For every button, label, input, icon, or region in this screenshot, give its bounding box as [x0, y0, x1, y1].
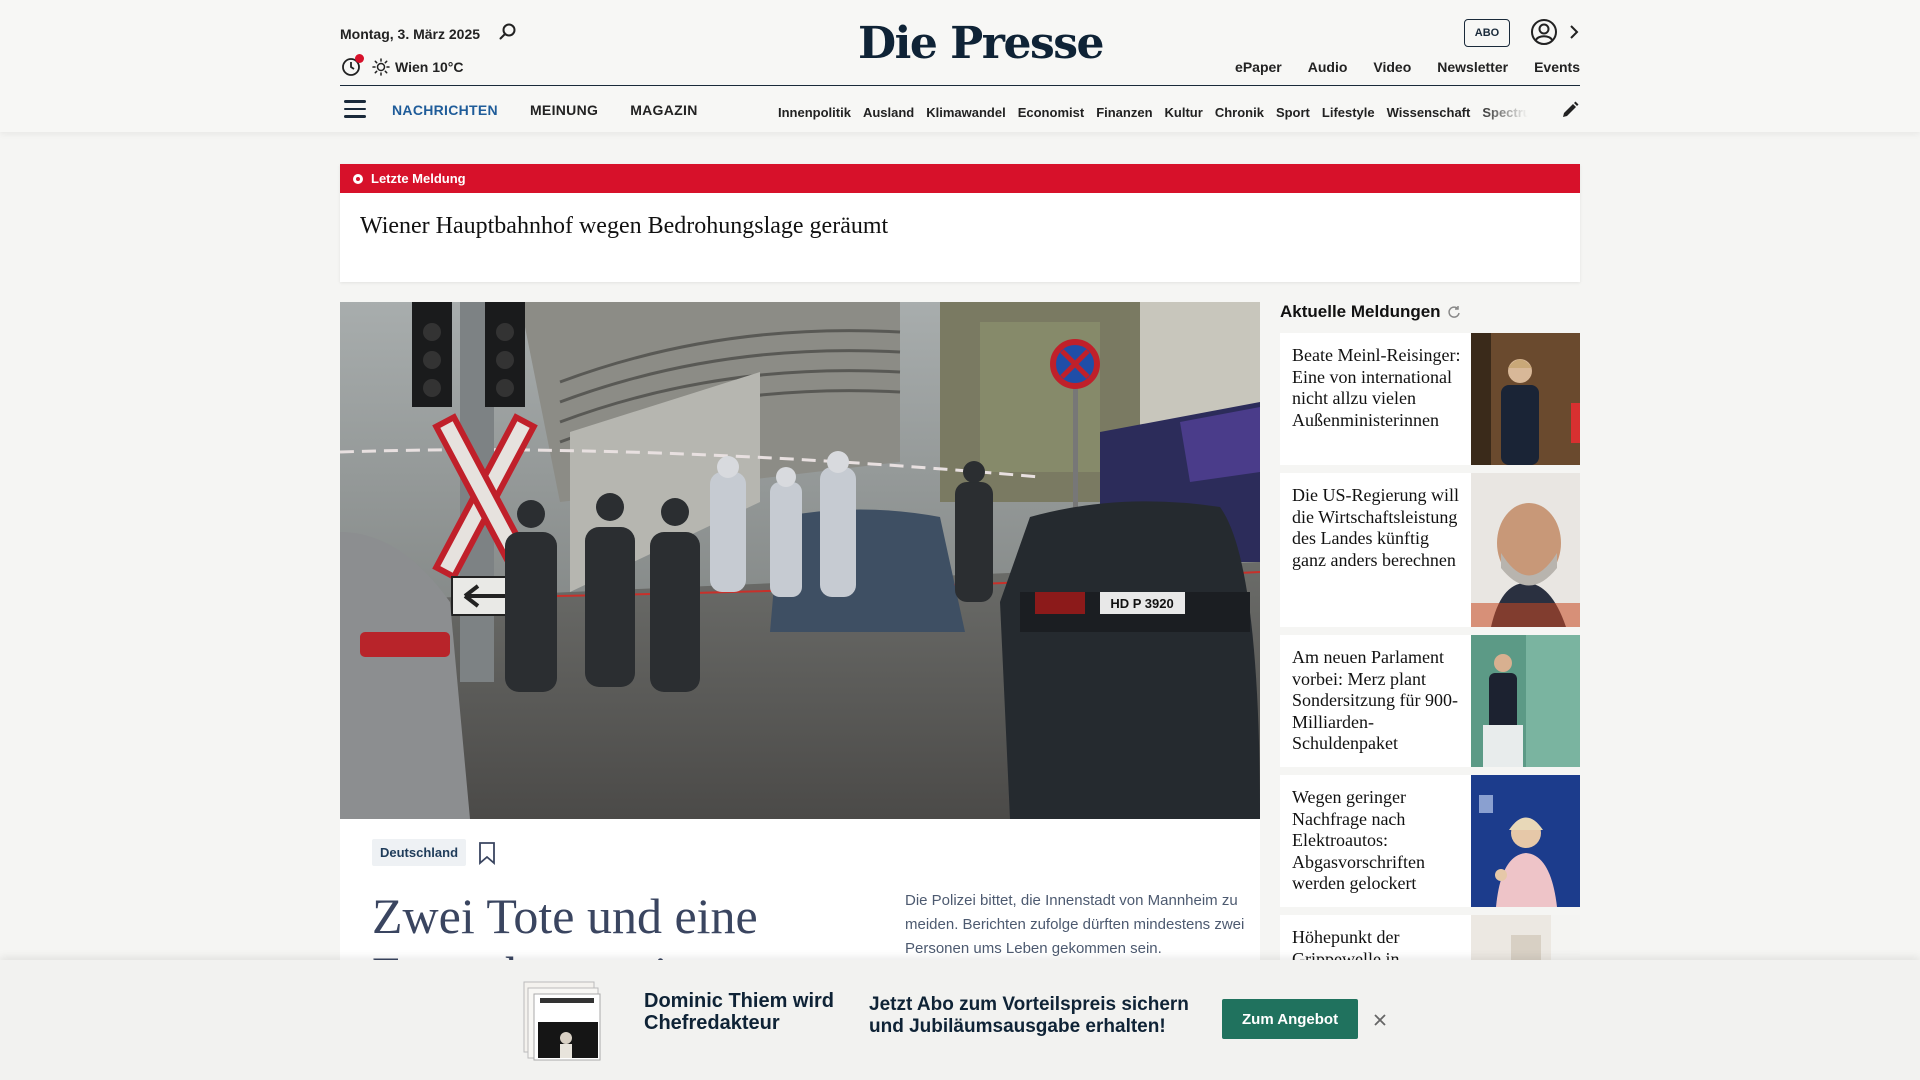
section-link[interactable]: Economist: [1018, 105, 1084, 120]
news-item-thumbnail: [1471, 775, 1580, 907]
section-link[interactable]: Klimawandel: [926, 105, 1005, 120]
newspaper-image: [523, 981, 601, 1061]
hero-image[interactable]: HD P 3920: [340, 302, 1260, 819]
section-link[interactable]: Sport: [1276, 105, 1310, 120]
main-nav: NACHRICHTEN MEINUNG MAGAZIN: [392, 102, 698, 118]
history-icon[interactable]: [340, 54, 364, 78]
news-item-headline: Beate Meinl-Reisinger: Eine von internat…: [1292, 345, 1461, 430]
news-item-headline: Am neuen Parlament vorbei: Merz plant So…: [1292, 647, 1458, 753]
news-item-thumbnail: [1471, 635, 1580, 767]
sun-icon: [372, 58, 390, 76]
pencil-icon[interactable]: [1560, 100, 1580, 120]
news-item-thumbnail: [1471, 333, 1580, 465]
nav-meinung[interactable]: MEINUNG: [530, 102, 598, 118]
link-audio[interactable]: Audio: [1308, 59, 1348, 75]
link-video[interactable]: Video: [1373, 59, 1411, 75]
breaking-news-box: Letzte Meldung Wiener Hauptbahnhof wegen…: [340, 164, 1580, 282]
nav-nachrichten[interactable]: NACHRICHTEN: [392, 102, 498, 118]
site-logo[interactable]: Die Presse: [858, 22, 1104, 66]
section-link[interactable]: Wissenschaft: [1387, 105, 1471, 120]
section-link[interactable]: Innenpolitik: [778, 105, 851, 120]
site-header: Montag, 3. März 2025 Wien 10°C Die Press…: [0, 0, 1920, 132]
promo-headline: Dominic Thiem wird Chefredakteur: [644, 990, 835, 1034]
news-item-headline: Wegen geringer Nachfrage nach Elektroaut…: [1292, 787, 1425, 893]
news-list-item[interactable]: Die US-Regierung will die Wirtschaftslei…: [1280, 473, 1580, 627]
abo-button[interactable]: ABO: [1464, 19, 1510, 47]
latest-news-header: Aktuelle Meldungen: [1280, 302, 1461, 322]
subscription-banner: Dominic Thiem wird Chefredakteur Jetzt A…: [0, 960, 1920, 1080]
link-events[interactable]: Events: [1534, 59, 1580, 75]
section-link[interactable]: Chronik: [1215, 105, 1264, 120]
current-date: Montag, 3. März 2025: [340, 26, 481, 42]
nav-magazin[interactable]: MAGAZIN: [630, 102, 697, 118]
promo-text: Jetzt Abo zum Vorteilspreis sichern und …: [869, 994, 1189, 1037]
hero-teaser: Die Polizei bittet, die Innenstadt von M…: [905, 892, 1245, 957]
breaking-label: Letzte Meldung: [371, 171, 466, 186]
bookmark-icon[interactable]: [478, 841, 496, 865]
section-link[interactable]: Ausland: [863, 105, 914, 120]
news-list-item[interactable]: Beate Meinl-Reisinger: Eine von internat…: [1280, 333, 1580, 465]
chevron-right-icon[interactable]: [1568, 24, 1580, 40]
hamburger-menu-icon[interactable]: [344, 100, 366, 118]
refresh-icon[interactable]: [1447, 305, 1461, 319]
section-link[interactable]: Spectrum: [1482, 105, 1528, 120]
weather-text: Wien 10°C: [395, 59, 464, 75]
news-item-headline: Die US-Regierung will die Wirtschaftslei…: [1292, 485, 1459, 570]
breaking-headline[interactable]: Wiener Hauptbahnhof wegen Bedrohungslage…: [340, 193, 1580, 260]
top-links: ePaper Audio Video Newsletter Events: [1235, 59, 1580, 75]
news-item-thumbnail: [1471, 473, 1580, 627]
breaking-news-bar: Letzte Meldung: [340, 164, 1580, 193]
header-inner: Montag, 3. März 2025 Wien 10°C Die Press…: [340, 0, 1580, 132]
category-tag[interactable]: Deutschland: [372, 839, 467, 866]
user-icon[interactable]: [1530, 18, 1558, 46]
link-epaper[interactable]: ePaper: [1235, 59, 1282, 75]
latest-news-title: Aktuelle Meldungen: [1280, 302, 1441, 321]
news-list-item[interactable]: Am neuen Parlament vorbei: Merz plant So…: [1280, 635, 1580, 767]
license-plate: HD P 3920: [1110, 596, 1173, 611]
link-newsletter[interactable]: Newsletter: [1437, 59, 1508, 75]
section-link[interactable]: Kultur: [1165, 105, 1203, 120]
notification-dot: [355, 54, 364, 63]
close-icon[interactable]: [1372, 1012, 1388, 1028]
live-dot-icon: [353, 173, 363, 184]
search-icon[interactable]: [498, 22, 518, 42]
section-link[interactable]: Finanzen: [1096, 105, 1152, 120]
section-link[interactable]: Lifestyle: [1322, 105, 1375, 120]
offer-button[interactable]: Zum Angebot: [1222, 999, 1359, 1039]
header-divider: [340, 85, 1580, 86]
news-list-item[interactable]: Wegen geringer Nachfrage nach Elektroaut…: [1280, 775, 1580, 907]
section-nav: Innenpolitik Ausland Klimawandel Economist F…: [778, 104, 1528, 122]
